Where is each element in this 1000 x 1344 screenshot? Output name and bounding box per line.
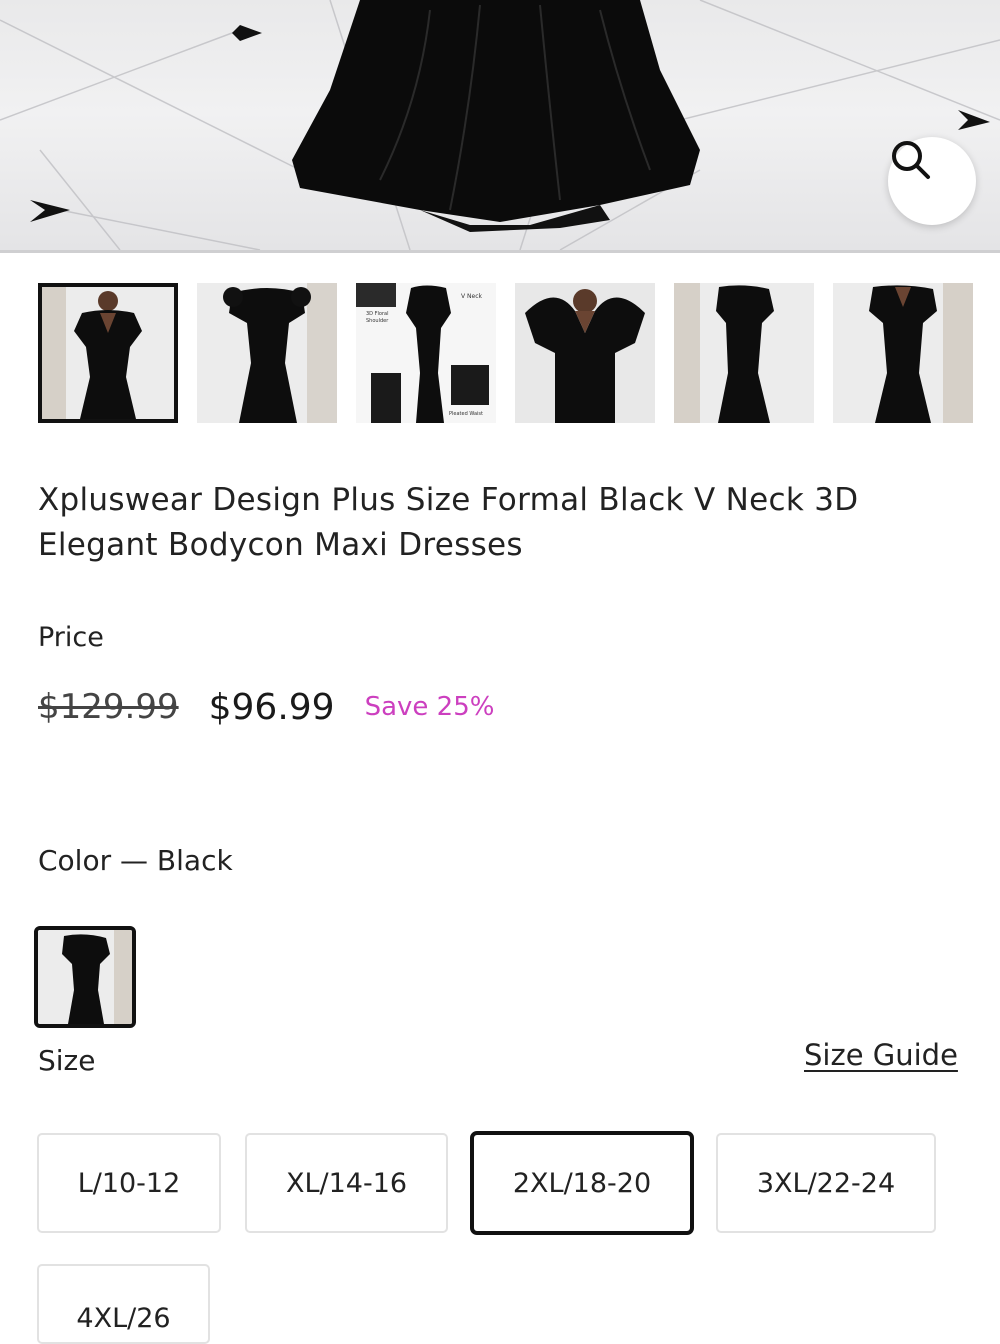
color-row: Color — Black	[38, 844, 233, 877]
size-option-l[interactable]: L/10-12	[37, 1133, 221, 1233]
color-separator: —	[111, 844, 157, 877]
color-swatch-black[interactable]	[34, 926, 136, 1028]
price-label: Price	[38, 622, 104, 653]
size-option-2xl[interactable]: 2XL/18-20	[470, 1131, 694, 1235]
main-image-graphic	[0, 0, 1000, 250]
size-label: Size	[38, 1044, 96, 1077]
thumbnail-details[interactable]: V Neck 3D Floral Shoulder Pleated Waist	[356, 283, 496, 423]
thumbnail-side[interactable]	[674, 283, 814, 423]
size-guide-link[interactable]: Size Guide	[804, 1038, 958, 1072]
zoom-button[interactable]	[888, 137, 976, 225]
svg-text:3D Floral: 3D Floral	[366, 311, 388, 317]
thumbnail-closeup[interactable]	[515, 283, 655, 423]
svg-text:V Neck: V Neck	[461, 293, 482, 300]
save-badge: Save 25%	[364, 692, 495, 722]
thumbnail-front[interactable]	[38, 283, 178, 423]
svg-text:Pleated Waist: Pleated Waist	[449, 411, 483, 417]
thumbnail-back[interactable]	[197, 283, 337, 423]
magnifier-icon	[892, 141, 930, 179]
sale-price: $96.99	[208, 686, 335, 728]
product-main-image[interactable]	[0, 0, 1000, 253]
product-title: Xpluswear Design Plus Size Formal Black …	[38, 482, 859, 563]
selected-color-value: Black	[156, 844, 233, 877]
size-option-3xl[interactable]: 3XL/22-24	[716, 1133, 936, 1233]
thumbnail-front-2[interactable]	[833, 283, 973, 423]
svg-text:Shoulder: Shoulder	[366, 318, 389, 324]
size-option-4xl[interactable]: 4XL/26	[37, 1264, 210, 1344]
price-row: $129.99 $96.99 Save 25%	[38, 684, 494, 730]
color-label: Color	[38, 844, 112, 877]
thumbnail-strip: V Neck 3D Floral Shoulder Pleated Waist	[38, 283, 1000, 425]
size-option-xl[interactable]: XL/14-16	[245, 1133, 448, 1233]
original-price: $129.99	[38, 687, 179, 727]
